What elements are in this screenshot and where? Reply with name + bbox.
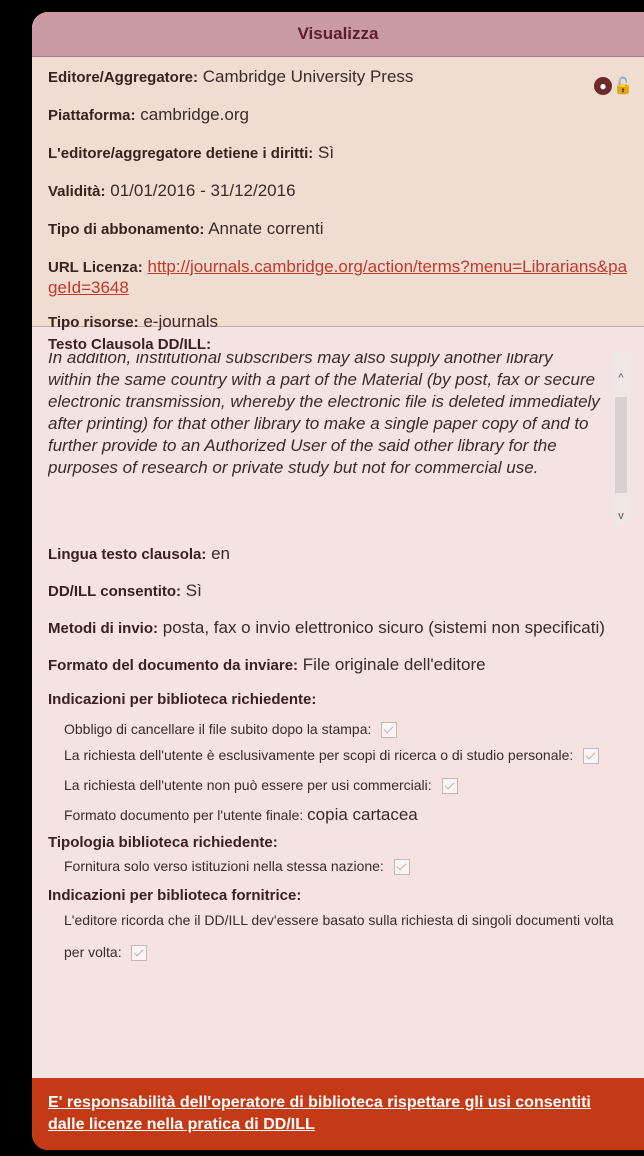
panel-header: Visualizza: [32, 12, 644, 57]
metodi-row: Metodi di invio: posta, fax o invio elet…: [48, 618, 605, 637]
clause-title: Testo Clausola DD/ILL:: [48, 336, 212, 353]
ddill-allowed-row: DD/ILL consentito: Sì: [48, 581, 202, 600]
richiedente-item-3: La richiesta dell'utente non può essere …: [64, 772, 630, 798]
lingua-row: Lingua testo clausola: en: [48, 544, 231, 563]
globe-icon[interactable]: ●: [594, 77, 612, 95]
tipologia-list: Fornitura solo verso istituzioni nella s…: [48, 853, 630, 879]
rights-row: L'editore/aggregatore detiene i diritti:…: [48, 143, 335, 162]
richiedente-item-2: La richiesta dell'utente è esclusivament…: [64, 742, 630, 768]
fornitrice-title: Indicazioni per biblioteca fornitrice:: [48, 887, 302, 904]
clause-scroll-box[interactable]: In addition, institutional subscribers m…: [48, 353, 630, 531]
ddill-details: Testo Clausola DD/ILL: In addition, inst…: [32, 327, 644, 968]
status-icons: ● 🔓: [594, 77, 633, 95]
richiedente-title: Indicazioni per biblioteca richiedente:: [48, 691, 317, 708]
tipologia-title: Tipologia biblioteca richiedente:: [48, 834, 278, 851]
checkbox-no-commercial[interactable]: [441, 778, 458, 795]
clause-scrollbar[interactable]: ^ v: [612, 353, 630, 525]
validity-row: Validità: 01/01/2016 - 31/12/2016: [48, 181, 296, 200]
richiedente-item-4: Formato documento per l'utente finale: c…: [64, 805, 418, 824]
fornitrice-list: L'editore ricorda che il DD/ILL dev'esse…: [48, 904, 630, 968]
license-panel: Visualizza ● 🔓 Editore/Aggregatore: Camb…: [32, 12, 644, 1150]
scroll-up-icon[interactable]: ^: [612, 369, 630, 387]
checkbox-research-only[interactable]: [583, 748, 600, 765]
platform-row: Piattaforma: cambridge.org: [48, 105, 249, 124]
license-summary: ● 🔓 Editore/Aggregatore: Cambridge Unive…: [32, 57, 644, 331]
license-url-row: URL Licenza: http://journals.cambridge.o…: [48, 257, 628, 297]
resource-type-row: Tipo risorse: e-journals: [48, 312, 218, 331]
responsibility-link[interactable]: E' responsabilità dell'operatore di bibl…: [48, 1094, 591, 1133]
checkbox-delete-file[interactable]: [381, 722, 398, 739]
checkbox-single-documents[interactable]: [131, 945, 148, 962]
richiedente-list: Obbligo di cancellare il file subito dop…: [48, 716, 630, 828]
clause-text: In addition, institutional subscribers m…: [48, 353, 600, 477]
responsibility-footer: E' responsabilità dell'operatore di bibl…: [32, 1078, 644, 1150]
unlock-icon[interactable]: 🔓: [613, 77, 633, 95]
richiedente-item-1: Obbligo di cancellare il file subito dop…: [64, 716, 630, 742]
scroll-thumb[interactable]: [615, 397, 627, 493]
tipologia-item-1: Fornitura solo verso istituzioni nella s…: [64, 853, 630, 879]
subscription-row: Tipo di abbonamento: Annate correnti: [48, 219, 324, 238]
scroll-down-icon[interactable]: v: [612, 507, 630, 525]
formato-row: Formato del documento da inviare: File o…: [48, 655, 486, 674]
panel-title: Visualizza: [297, 24, 379, 43]
editor-row: Editore/Aggregatore: Cambridge Universit…: [48, 67, 414, 86]
fornitrice-item-1: L'editore ricorda che il DD/ILL dev'esse…: [64, 912, 614, 962]
checkbox-same-nation[interactable]: [393, 859, 410, 876]
